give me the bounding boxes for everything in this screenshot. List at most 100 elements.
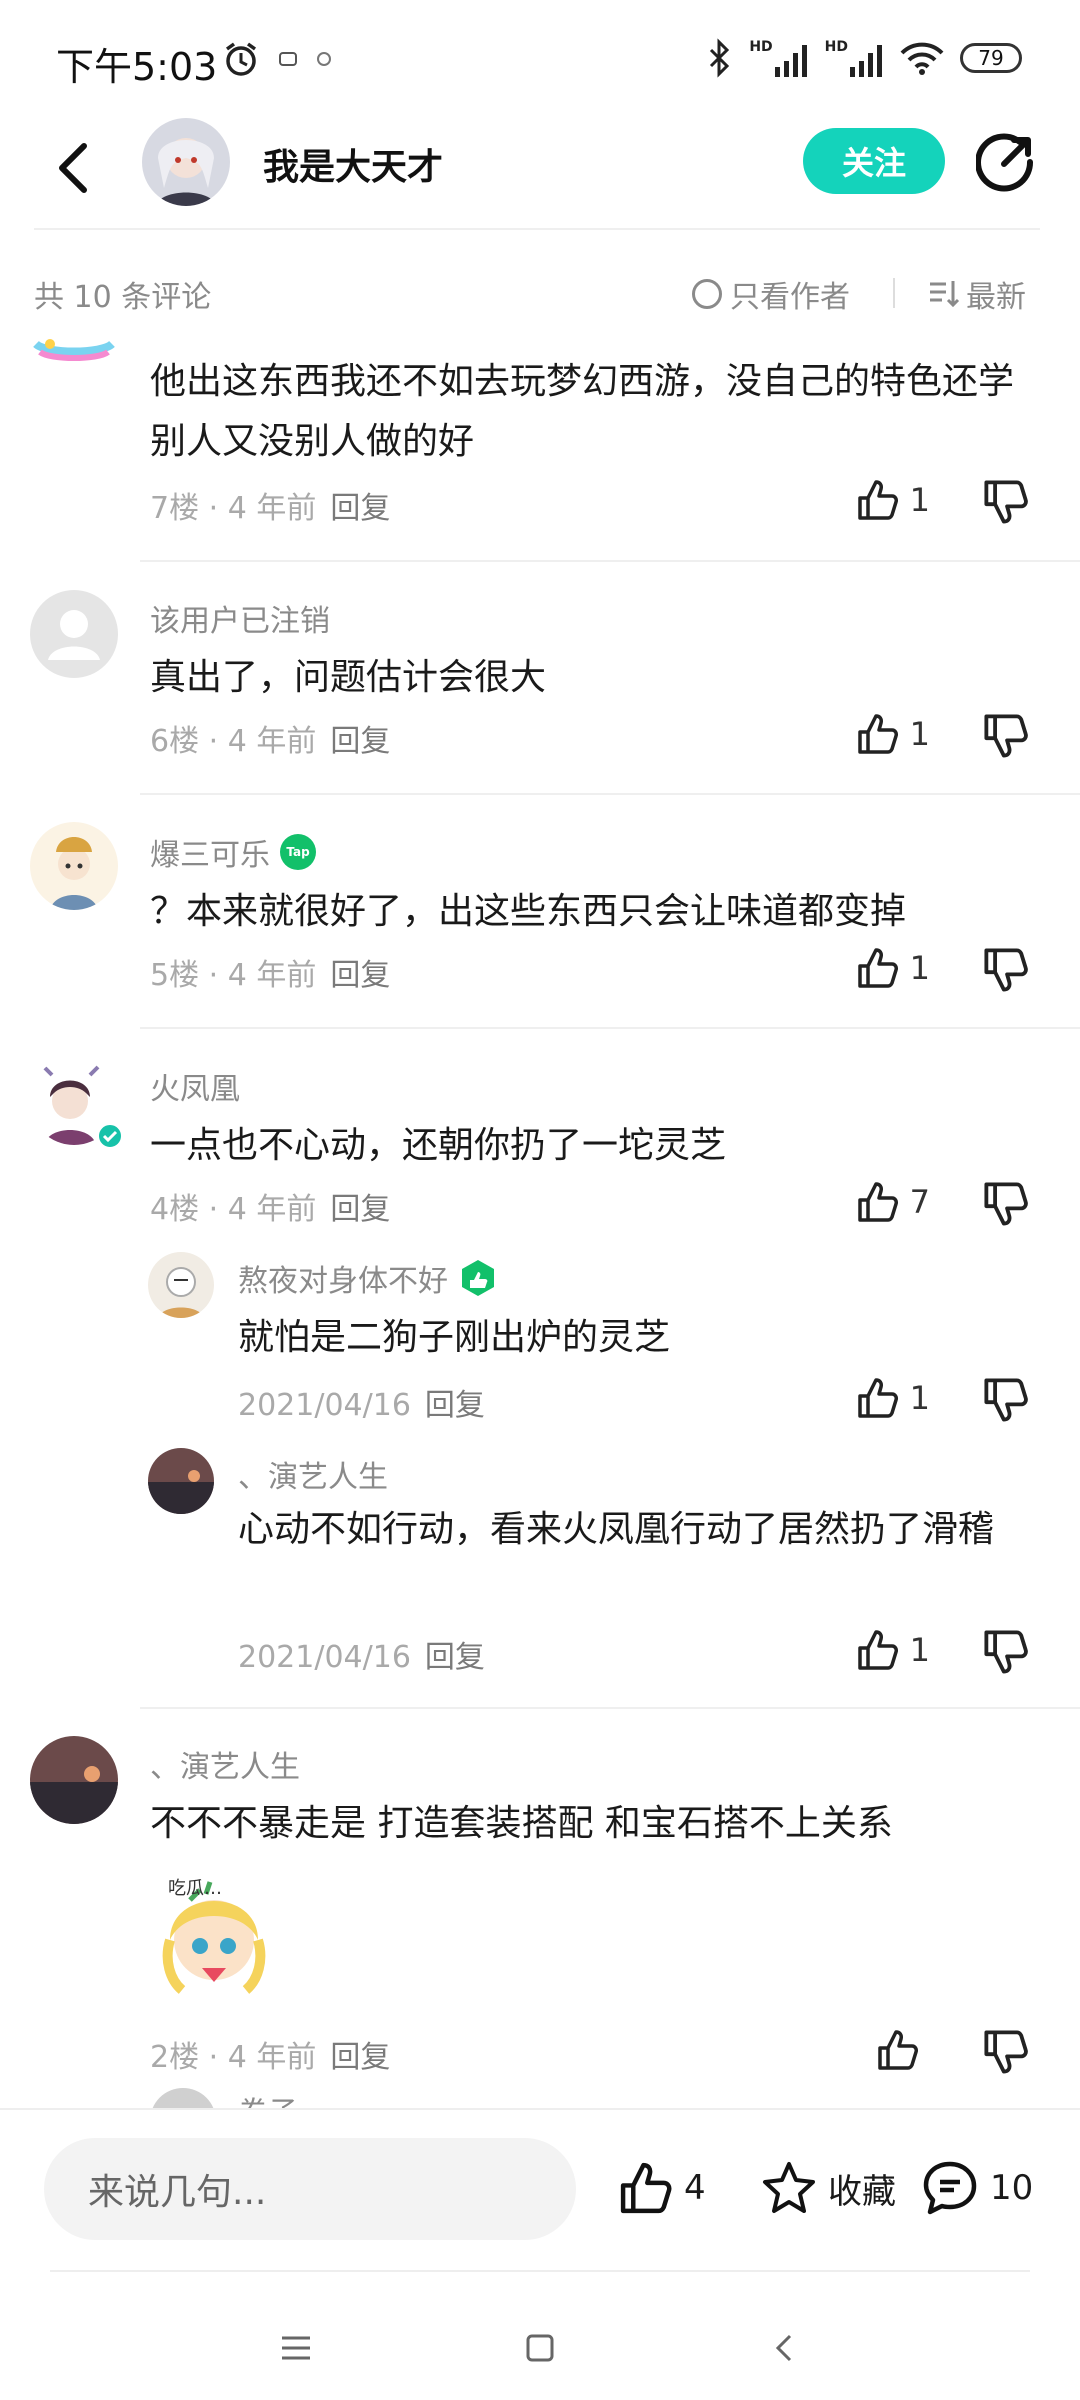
reply-author[interactable]: 、演艺人生 [238, 1452, 388, 1496]
reply-text: 心动不如行动，看来火凤凰行动了居然扔了滑稽 [238, 1509, 995, 1550]
comment-meta: 4楼 · 4 年前 回复 [150, 1192, 391, 1227]
bluetooth-icon [710, 38, 730, 78]
status-right-icons: HD HD 79 [707, 38, 1022, 78]
commenter-avatar[interactable] [30, 1736, 118, 1824]
comment-divider [140, 1027, 1080, 1029]
sort-icon [930, 281, 960, 308]
thumb-up-icon [857, 480, 898, 520]
comment-meta: 7楼 · 4 年前 回复 [150, 491, 391, 526]
comment-floor: 7楼 [150, 491, 200, 526]
like-count: 1 [909, 1379, 930, 1417]
comment-text: 不不不暴走是 打造套装搭配 和宝石搭不上关系 [150, 1803, 893, 1844]
reply-link[interactable]: 回复 [330, 724, 390, 759]
comment-floor: 6楼 [150, 724, 200, 759]
author-name[interactable]: 我是大天才 [263, 138, 443, 190]
sort-label: 最新 [966, 280, 1026, 315]
header-divider [34, 228, 1040, 230]
comment-meta: 5楼 · 4 年前 回复 [150, 958, 391, 993]
commenter-name-text: 爆三可乐 [150, 838, 270, 873]
thumb-down-icon[interactable] [982, 946, 1030, 994]
reply-date: 2021/04/16 [238, 1388, 411, 1423]
thumb-up-icon [857, 1378, 898, 1418]
back-chevron-icon[interactable] [766, 2330, 802, 2366]
reply-link[interactable]: 回复 [425, 1388, 485, 1423]
like-button[interactable]: 7 [856, 1180, 930, 1224]
comment-divider [140, 1707, 1080, 1709]
comments-button[interactable]: 10 [920, 2160, 1033, 2216]
like-button[interactable]: 1 [856, 946, 930, 990]
sticker-image[interactable]: 吃瓜… [150, 1870, 280, 2000]
like-count: 1 [909, 949, 930, 987]
thumb-down-icon[interactable] [982, 1376, 1030, 1424]
comment-count: 共 10 条评论 [34, 280, 212, 315]
comment-time: 4 年前 [227, 1192, 317, 1227]
follow-button[interactable]: 关注 [803, 128, 945, 194]
comment-bubble-icon [923, 2161, 977, 2215]
thumb-down-icon[interactable] [982, 2028, 1030, 2076]
thumb-up-icon [857, 1630, 898, 1670]
commenter-name[interactable]: 、演艺人生 [150, 1742, 300, 1786]
comment-text: 他出这东西我还不如去玩梦幻西游，没自己的特色还学别人又没别人做的好 [150, 361, 1015, 462]
back-arrow-icon[interactable] [52, 138, 92, 198]
reply-link[interactable]: 回复 [330, 2040, 390, 2075]
menu-icon[interactable] [278, 2330, 314, 2366]
reply-avatar[interactable] [148, 1448, 214, 1514]
comment-time: 4 年前 [227, 491, 317, 526]
reply-date: 2021/04/16 [238, 1640, 411, 1675]
like-button[interactable]: 1 [856, 478, 930, 522]
commenter-avatar[interactable] [30, 590, 118, 678]
like-button[interactable] [876, 2028, 930, 2072]
favorite-label: 收藏 [828, 2171, 896, 2212]
status-time: 下午5:03 [56, 45, 218, 89]
thumb-down-icon[interactable] [982, 1628, 1030, 1676]
comment-time: 4 年前 [227, 2040, 317, 2075]
commenter-name[interactable]: 火凤凰 [150, 1064, 240, 1108]
message-notification-icon [317, 52, 331, 66]
reply-author-text: 熬夜对身体不好 [238, 1264, 448, 1299]
like-count: 7 [909, 1183, 930, 1221]
thumb-down-icon[interactable] [982, 1180, 1030, 1228]
reply-link[interactable]: 回复 [425, 1640, 485, 1675]
home-square-icon[interactable] [522, 2330, 558, 2366]
thumb-up-icon [620, 2162, 672, 2214]
app-notification-icon [279, 52, 297, 66]
comment-meta: 2楼 · 4 年前 回复 [150, 2040, 391, 2075]
status-bar: 下午5:03 HD HD 79 [0, 0, 1080, 120]
author-avatar[interactable] [142, 118, 230, 206]
comment-input[interactable]: 来说几句... [44, 2138, 576, 2240]
commenter-avatar[interactable] [30, 822, 118, 910]
comment-divider [140, 793, 1080, 795]
share-icon[interactable] [976, 132, 1036, 192]
favorite-button[interactable]: 收藏 [760, 2160, 896, 2216]
bottom-like-count: 4 [684, 2168, 706, 2208]
commenter-avatar[interactable] [30, 330, 118, 380]
toolbar-separator [893, 278, 895, 308]
wifi-icon [900, 42, 944, 75]
radio-icon [692, 279, 722, 309]
verified-badge-icon [97, 1123, 123, 1149]
commenter-name[interactable]: 该用户已注销 [150, 596, 330, 640]
nav-divider [50, 2270, 1030, 2272]
comment-floor: 2楼 [150, 2040, 200, 2075]
bottom-bar-divider [0, 2108, 1080, 2110]
only-author-toggle[interactable]: 只看作者 [692, 272, 850, 316]
commenter-name[interactable]: 爆三可乐 Tap [150, 830, 316, 874]
like-button[interactable]: 1 [856, 712, 930, 756]
like-button[interactable]: 1 [856, 1628, 930, 1672]
bottom-like-button[interactable]: 4 [618, 2160, 706, 2216]
thumb-up-icon [857, 948, 898, 988]
sort-button[interactable]: 最新 [928, 272, 1026, 316]
reply-avatar[interactable] [148, 1252, 214, 1318]
reply-link[interactable]: 回复 [330, 491, 390, 526]
tap-badge-icon: Tap [280, 834, 316, 870]
like-button[interactable]: 1 [856, 1376, 930, 1420]
comment-divider [140, 560, 1080, 562]
reply-author[interactable]: 熬夜对身体不好 [238, 1256, 498, 1300]
reply-link[interactable]: 回复 [330, 958, 390, 993]
reply-text: 就怕是二狗子刚出炉的灵芝 [238, 1317, 671, 1358]
thumb-down-icon[interactable] [982, 478, 1030, 526]
comment-floor: 5楼 [150, 958, 200, 993]
thumb-down-icon[interactable] [982, 712, 1030, 760]
system-nav-bar [0, 2300, 1080, 2400]
reply-link[interactable]: 回复 [330, 1192, 390, 1227]
